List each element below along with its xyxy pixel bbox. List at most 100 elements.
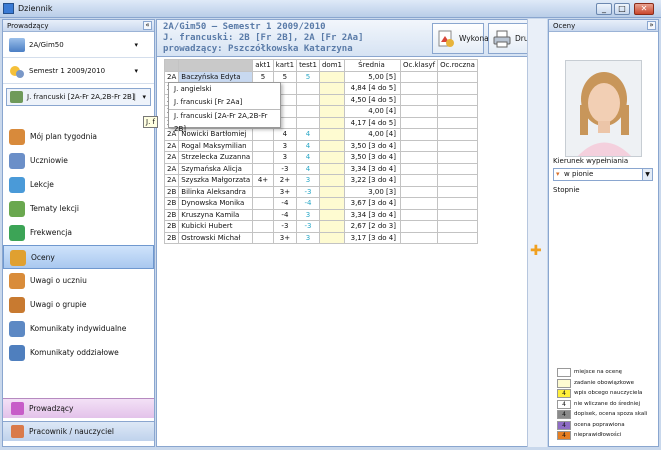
cell-test1[interactable] (296, 93, 320, 106)
cell-empty[interactable] (399, 116, 439, 129)
cell-kart1[interactable]: 5 (272, 70, 298, 83)
cell-empty[interactable] (399, 231, 439, 244)
table-row[interactable]: 2B Dynowska Monika -4 -4 3,67 [3 do 4] (163, 197, 478, 210)
cell-test1[interactable]: 3 (296, 174, 320, 187)
cell-empty[interactable] (437, 151, 478, 164)
nav-item-group-notes[interactable]: Uwagi o grupie (3, 293, 154, 317)
cell-empty[interactable] (399, 82, 439, 95)
cell-kart1[interactable]: 4 (272, 128, 298, 141)
cell-test1[interactable]: -3 (296, 220, 320, 233)
cell-kart1[interactable]: 3 (272, 139, 298, 152)
cell-test1[interactable]: 4 (296, 151, 320, 164)
cell-akt1[interactable] (252, 220, 274, 233)
table-row[interactable]: 2A Rogal Maksymilian 3 4 3,50 [3 do 4] (163, 139, 478, 152)
cell-empty[interactable] (437, 93, 478, 106)
execute-button[interactable]: Wykonaj (432, 23, 491, 54)
dropdown-option[interactable]: J. francuski [2A-Fr 2A,2B-Fr 2B] (169, 109, 280, 133)
cell-test1[interactable] (296, 116, 320, 129)
cell-empty[interactable] (437, 128, 478, 141)
cell-kart1[interactable]: 2+ (272, 174, 298, 187)
cell-test1[interactable]: 3 (296, 231, 320, 244)
cell-empty[interactable] (437, 162, 478, 175)
cell-test1[interactable]: 4 (296, 162, 320, 175)
nav-item-grades[interactable]: Oceny (3, 245, 154, 269)
dropdown-option[interactable]: J. francuski [Fr 2Aa] (169, 96, 280, 109)
column-header[interactable]: Oc.roczna (437, 59, 478, 72)
cell-test1[interactable]: -4 (296, 197, 320, 210)
cell-test1[interactable]: -3 (296, 185, 320, 198)
cell-dom1[interactable] (318, 231, 345, 244)
nav-item-lessons[interactable]: Lekcje (3, 173, 154, 197)
cell-kart1[interactable]: -3 (272, 162, 298, 175)
table-row[interactable]: 2B Kubicki Hubert -3 -3 2,67 [2 do 3] (163, 220, 478, 233)
nav-item-students[interactable]: Uczniowie (3, 149, 154, 173)
cell-test1[interactable]: 4 (296, 139, 320, 152)
column-header[interactable]: akt1 (252, 59, 274, 72)
column-header[interactable]: kart1 (272, 59, 298, 72)
cell-test1[interactable] (296, 105, 320, 118)
cell-empty[interactable] (399, 208, 439, 221)
column-header[interactable]: Oc.klasyf (399, 59, 439, 72)
collapse-left-icon[interactable]: « (143, 21, 152, 30)
cell-empty[interactable] (437, 231, 478, 244)
cell-empty[interactable] (437, 220, 478, 233)
cell-empty[interactable] (399, 93, 439, 106)
cell-test1[interactable] (296, 82, 320, 95)
cell-dom1[interactable] (318, 220, 345, 233)
nav-item-individual-messages[interactable]: Komunikaty indywidualne (3, 317, 154, 341)
table-row[interactable]: 2A Szymańska Alicja -3 4 3,34 [3 do 4] (163, 162, 478, 175)
nav-item-class-messages[interactable]: Komunikaty oddziałowe (3, 341, 154, 365)
cell-empty[interactable] (399, 197, 439, 210)
cell-kart1[interactable]: -3 (272, 220, 298, 233)
cell-akt1[interactable] (252, 197, 274, 210)
cell-kart1[interactable]: -4 (272, 197, 298, 210)
cell-akt1[interactable] (252, 151, 274, 164)
cell-empty[interactable] (437, 82, 478, 95)
cell-dom1[interactable] (318, 82, 345, 95)
subject-selector[interactable]: J. francuski [2A-Fr 2A,2B-Fr 2B] | ▾ (6, 88, 151, 106)
cell-akt1[interactable] (252, 231, 274, 244)
cell-dom1[interactable] (318, 116, 345, 129)
table-row[interactable]: 2A Szyszka Małgorzata 4+ 2+ 3 3,22 [3 do 4] (163, 174, 478, 187)
bottom-tab-teacher[interactable]: Prowadzący (3, 398, 154, 418)
dropdown-option[interactable]: J. angielski (169, 83, 280, 96)
cell-akt1[interactable] (252, 128, 274, 141)
table-row[interactable]: 2B Bilinka Aleksandra 3+ -3 3,00 [3] (163, 185, 478, 198)
nav-item-student-notes[interactable]: Uwagi o uczniu (3, 269, 154, 293)
add-grade-icon[interactable]: ✚ (530, 243, 542, 259)
cell-empty[interactable] (399, 151, 439, 164)
cell-empty[interactable] (437, 208, 478, 221)
cell-kart1[interactable]: 3+ (272, 185, 298, 198)
cell-dom1[interactable] (318, 174, 345, 187)
cell-empty[interactable] (399, 139, 439, 152)
cell-akt1[interactable]: 4+ (252, 174, 274, 187)
cell-dom1[interactable] (318, 139, 345, 152)
minimize-button[interactable]: _ (596, 3, 612, 15)
cell-dom1[interactable] (318, 128, 345, 141)
table-row[interactable]: 2A Nowicki Bartłomiej 4 4 4,00 [4] (163, 128, 478, 141)
cell-empty[interactable] (399, 185, 439, 198)
maximize-button[interactable]: □ (614, 3, 630, 15)
table-row[interactable]: 2B Ostrowski Michał 3+ 3 3,17 [3 do 4] (163, 231, 478, 244)
cell-akt1[interactable] (252, 208, 274, 221)
table-row[interactable]: 2A Strzelecka Zuzanna 3 4 3,50 [3 do 4] (163, 151, 478, 164)
cell-dom1[interactable] (318, 162, 345, 175)
cell-empty[interactable] (399, 174, 439, 187)
cell-kart1[interactable]: -4 (272, 208, 298, 221)
collapse-right-icon[interactable]: » (647, 21, 656, 30)
cell-empty[interactable] (399, 128, 439, 141)
cell-test1[interactable]: 3 (296, 208, 320, 221)
column-header[interactable]: test1 (296, 59, 320, 72)
cell-dom1[interactable] (318, 185, 345, 198)
cell-akt1[interactable] (252, 185, 274, 198)
cell-kart1[interactable]: 3+ (272, 231, 298, 244)
semester-selector[interactable]: Semestr 1 2009/2010 ▾ (3, 58, 154, 84)
cell-test1[interactable]: 4 (296, 128, 320, 141)
table-row[interactable]: 2A Baczyńska Edyta 5 5 5 5,00 [5] (163, 70, 478, 83)
column-header[interactable]: Średnia (343, 59, 401, 72)
cell-empty[interactable] (437, 185, 478, 198)
class-selector[interactable]: 2A/Gim50 ▾ (3, 32, 154, 58)
panel-splitter[interactable] (527, 19, 547, 447)
cell-dom1[interactable] (318, 208, 345, 221)
cell-empty[interactable] (437, 197, 478, 210)
